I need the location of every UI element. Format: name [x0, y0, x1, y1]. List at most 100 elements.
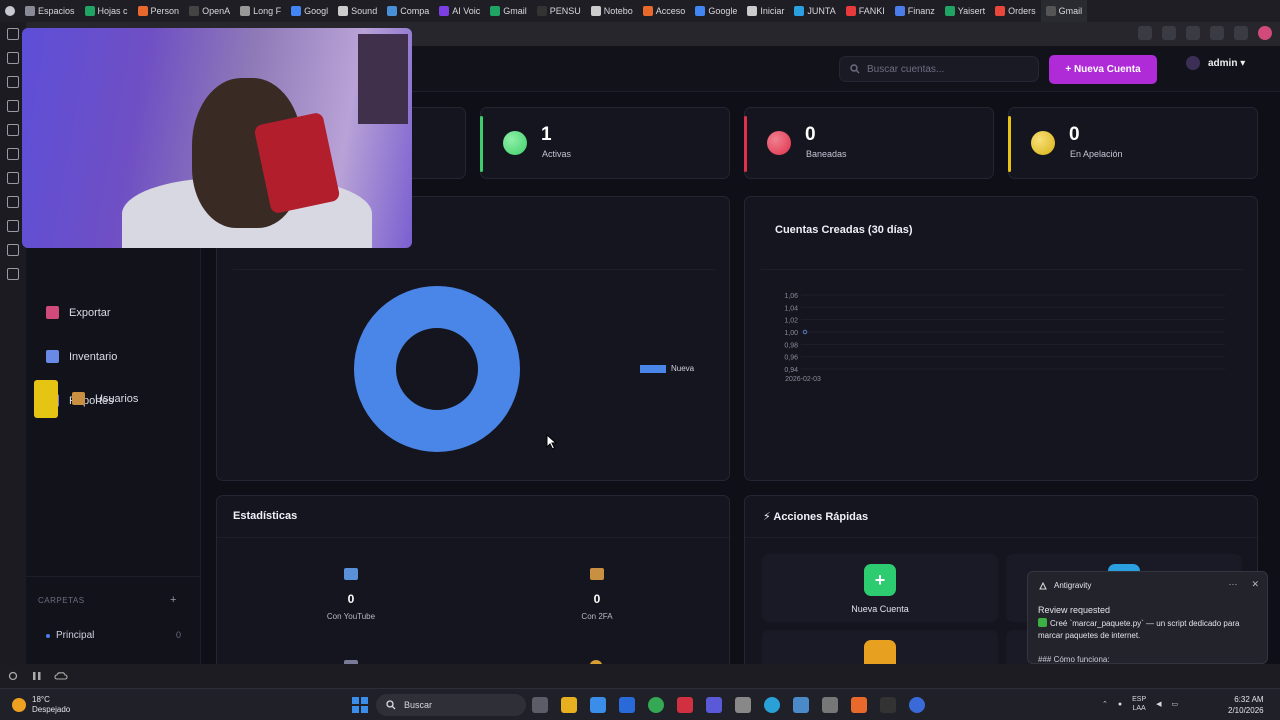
profile-icon[interactable] — [1258, 26, 1272, 40]
close-icon[interactable]: ✕ — [1251, 579, 1259, 590]
panel-icon[interactable] — [7, 196, 19, 208]
browser-menu-icon[interactable] — [0, 0, 20, 22]
panel-icon[interactable] — [7, 148, 19, 160]
browser-tab[interactable]: Googl — [286, 0, 333, 22]
battery-icon[interactable]: ▭ — [1172, 700, 1179, 708]
panel-title: Estadísticas — [233, 510, 298, 522]
terminal-icon[interactable] — [880, 697, 896, 713]
panel-icon[interactable] — [7, 220, 19, 232]
browser-tab[interactable]: Notebo — [586, 0, 638, 22]
sidebar-item-usuarios[interactable]: Usuarios — [34, 380, 194, 418]
tab-label: Googl — [304, 6, 329, 16]
browser-tab[interactable]: Compa — [382, 0, 434, 22]
stat-2fa: 0 Con 2FA — [537, 568, 657, 621]
teams-icon[interactable] — [706, 697, 722, 713]
donut-slice-nueva[interactable] — [354, 286, 520, 452]
tab-favicon-icon — [439, 6, 450, 16]
browser-tab[interactable]: AI Voic — [434, 0, 485, 22]
language-indicator[interactable]: ESP LAA — [1132, 695, 1146, 713]
add-folder-button[interactable]: + — [170, 594, 176, 606]
browser-tab[interactable]: OpenA — [184, 0, 235, 22]
search-box[interactable] — [839, 56, 1039, 82]
tab-label: Gmail — [1058, 6, 1083, 16]
avatar — [1186, 56, 1200, 70]
browser-tab[interactable]: JUNTA — [789, 0, 840, 22]
browser-tab[interactable]: Sound — [333, 0, 382, 22]
extension-icon[interactable] — [1138, 26, 1152, 40]
panel-icon[interactable] — [7, 268, 19, 280]
app-icon[interactable] — [793, 697, 809, 713]
vpn-icon[interactable] — [1210, 26, 1224, 40]
donut-legend: Nueva — [640, 364, 694, 373]
stat-card-activas: 1 Activas — [480, 107, 730, 179]
taskbar-clock[interactable]: 6:32 AM 2/10/2026 — [1228, 694, 1264, 716]
sidebar-item-inventario[interactable]: Inventario — [46, 350, 117, 363]
new-account-button[interactable]: + Nueva Cuenta — [1049, 55, 1157, 84]
outlook-icon[interactable] — [619, 697, 635, 713]
gear-icon[interactable] — [7, 670, 19, 682]
task-view-icon[interactable] — [532, 697, 548, 713]
language-code: ESP — [1132, 696, 1147, 703]
notification-toast[interactable]: Antigravity ··· ✕ Review requested Creé … — [1027, 571, 1268, 664]
extension-icon[interactable] — [1186, 26, 1200, 40]
browser-tab[interactable]: Acceso — [638, 0, 691, 22]
browser-tab[interactable]: Finanz — [890, 0, 940, 22]
taskbar-apps — [532, 697, 925, 713]
history-icon[interactable] — [7, 100, 19, 112]
weather-widget[interactable]: 18°C Despejado — [12, 695, 70, 715]
quick-action-new-account[interactable]: + Nueva Cuenta — [762, 554, 998, 622]
edge-icon[interactable] — [764, 697, 780, 713]
browser-tab[interactable]: Google — [690, 0, 742, 22]
chrome-icon[interactable] — [648, 697, 664, 713]
browser-tab[interactable]: FANKI — [841, 0, 890, 22]
browser-tab[interactable]: Espacios — [20, 0, 80, 22]
browser-tab[interactable]: Iniciar — [742, 0, 789, 22]
taskbar-search[interactable]: Buscar — [376, 694, 526, 716]
donut-chart — [354, 286, 520, 452]
stat-youtube: 0 Con YouTube — [291, 568, 411, 621]
extension-icon[interactable] — [1234, 26, 1248, 40]
volume-icon[interactable]: ◀ — [1156, 700, 1161, 708]
extension-icon[interactable] — [1162, 26, 1176, 40]
stat-value: 0 — [1069, 124, 1080, 145]
app-icon[interactable] — [851, 697, 867, 713]
browser-tab[interactable]: Hojas c — [80, 0, 133, 22]
browser-tab[interactable]: Person — [133, 0, 185, 22]
sidebar-item-exportar[interactable]: Exportar — [46, 306, 111, 319]
vivaldi-icon[interactable] — [677, 697, 693, 713]
cloud-icon[interactable] — [54, 670, 68, 682]
sidebar-toggle-icon[interactable] — [7, 28, 19, 40]
browser-tab[interactable]: Yaisert — [940, 0, 990, 22]
user-menu[interactable]: admin ▾ — [1186, 56, 1245, 70]
browser-tab[interactable]: Long F — [235, 0, 286, 22]
windows-start-icon[interactable] — [352, 697, 368, 713]
panel-icon[interactable] — [7, 244, 19, 256]
microphone-icon[interactable]: ● — [1118, 701, 1122, 708]
search-input[interactable] — [867, 63, 1027, 75]
browser-tab[interactable]: Orders — [990, 0, 1041, 22]
inventory-icon — [46, 350, 59, 363]
settings-icon[interactable] — [822, 697, 838, 713]
tab-favicon-icon — [590, 6, 601, 16]
notes-icon[interactable] — [7, 124, 19, 136]
more-icon[interactable]: ··· — [1228, 579, 1237, 590]
antigravity-icon[interactable] — [909, 697, 925, 713]
tab-label: AI Voic — [452, 6, 481, 16]
download-icon[interactable] — [7, 76, 19, 88]
file-explorer-icon[interactable] — [561, 697, 577, 713]
folder-item[interactable]: Principal — [46, 630, 94, 641]
panel-icon[interactable] — [7, 172, 19, 184]
pause-icon[interactable] — [31, 670, 43, 682]
bookmark-icon[interactable] — [7, 52, 19, 64]
tab-label: Notebo — [603, 6, 633, 16]
browser-tab[interactable]: Gmail — [1040, 0, 1088, 22]
tab-favicon-icon — [84, 6, 95, 16]
copilot-icon[interactable] — [590, 697, 606, 713]
chevron-up-icon[interactable]: ⌃ — [1102, 700, 1108, 708]
notification-heading: Review requested — [1038, 605, 1111, 615]
tab-label: Hojas c — [97, 6, 128, 16]
browser-tab[interactable]: Gmail — [485, 0, 532, 22]
tab-label: Google — [708, 6, 738, 16]
app-icon[interactable] — [735, 697, 751, 713]
browser-tab[interactable]: PENSU — [532, 0, 586, 22]
